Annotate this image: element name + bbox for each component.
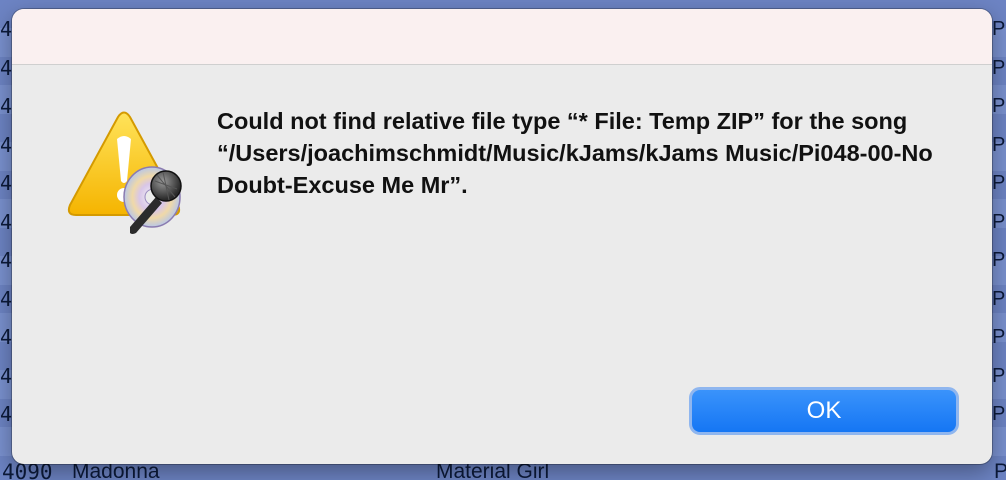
alert-message: Could not find relative file type “* Fil… [217, 108, 933, 198]
alert-dialog: Could not find relative file type “* Fil… [12, 9, 992, 464]
background-cell: Pi0 [992, 18, 1006, 40]
warning-microphone-icon [60, 109, 190, 239]
background-cell: Pi0 [992, 172, 1006, 194]
background-cell: Pi0 [992, 326, 1006, 348]
background-cell: Pi0 [992, 403, 1006, 425]
background-cell: Pi0 [992, 249, 1006, 271]
background-cell: Pi0 [992, 364, 1006, 387]
background-cell: Pi0 [992, 95, 1006, 117]
background-code-column: Pi0 Pi0 Pi0 Pi0 Pi0 Pi0 Pi0 Pi0 Pi0 Pi0 … [992, 10, 1006, 434]
background-cell: Pi0 [992, 56, 1006, 79]
ok-button[interactable]: OK [689, 387, 959, 435]
song-code: Pi0 [994, 460, 1006, 480]
ok-button-label: OK [692, 390, 956, 432]
background-cell: Pi0 [992, 133, 1006, 156]
background-cell: Pi0 [992, 210, 1006, 233]
background-cell: Pi0 [992, 287, 1006, 310]
dialog-titlebar[interactable] [12, 9, 992, 65]
